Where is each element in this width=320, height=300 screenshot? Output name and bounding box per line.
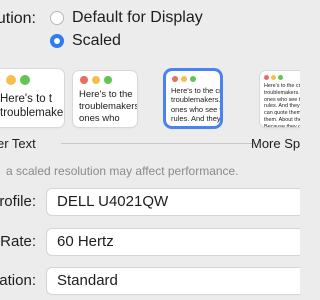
zoom-button-icon: [20, 75, 30, 85]
scale-thumbnail-1[interactable]: Here's to t troublemake: [0, 69, 64, 127]
resolution-label: ution:: [0, 10, 36, 27]
thumbnail-sample-text: Here's to the cr troublemakers. ones who…: [171, 86, 220, 124]
close-button-icon: [172, 76, 178, 82]
close-button-icon: [80, 76, 88, 84]
rotation-label: ation:: [0, 272, 36, 289]
window-controls: [264, 75, 283, 80]
window-controls: [172, 76, 196, 82]
radio-button-icon[interactable]: [50, 11, 64, 25]
zoom-button-icon: [190, 76, 196, 82]
minimize-button-icon: [92, 76, 100, 84]
color-profile-popup[interactable]: DELL U4021QW: [47, 189, 300, 215]
more-space-label: More Sp: [251, 136, 300, 151]
scale-thumbnail-4[interactable]: Here's to the crazy troublemakers. The o…: [260, 71, 300, 127]
display-settings-panel: ution: Default for Display Scaled Here's…: [0, 0, 300, 300]
radio-label: Scaled: [72, 32, 121, 49]
thumbnail-sample-text: Here's to the crazy troublemakers. The o…: [264, 83, 300, 127]
radio-label: Default for Display: [72, 9, 203, 26]
radio-scaled[interactable]: Scaled: [50, 32, 121, 50]
larger-text-label: er Text: [0, 136, 36, 151]
close-button-icon: [264, 75, 269, 80]
thumbnail-sample-text: Here's to t troublemake: [0, 93, 64, 120]
radio-button-selected-icon[interactable]: [50, 34, 64, 48]
thumbnail-sample-text: Here's to the troublemakers. ones who: [79, 89, 137, 124]
minimize-button-icon: [271, 75, 276, 80]
color-profile-label: rofile:: [0, 193, 36, 210]
window-controls: [6, 75, 30, 85]
performance-warning: a scaled resolution may affect performan…: [6, 164, 239, 178]
radio-default-for-display[interactable]: Default for Display: [50, 9, 203, 27]
scale-thumbnail-2[interactable]: Here's to the troublemakers. ones who: [73, 71, 137, 127]
refresh-rate-popup[interactable]: 60 Hertz: [47, 229, 300, 255]
scale-slider-track[interactable]: [61, 143, 256, 144]
rotation-popup[interactable]: Standard: [47, 268, 300, 294]
scale-thumbnail-3-selected[interactable]: Here's to the cr troublemakers. ones who…: [166, 71, 220, 126]
window-controls: [80, 76, 112, 84]
minimize-button-icon: [6, 75, 16, 85]
minimize-button-icon: [181, 76, 187, 82]
zoom-button-icon: [104, 76, 112, 84]
refresh-rate-label: Rate:: [0, 233, 36, 250]
zoom-button-icon: [278, 75, 283, 80]
